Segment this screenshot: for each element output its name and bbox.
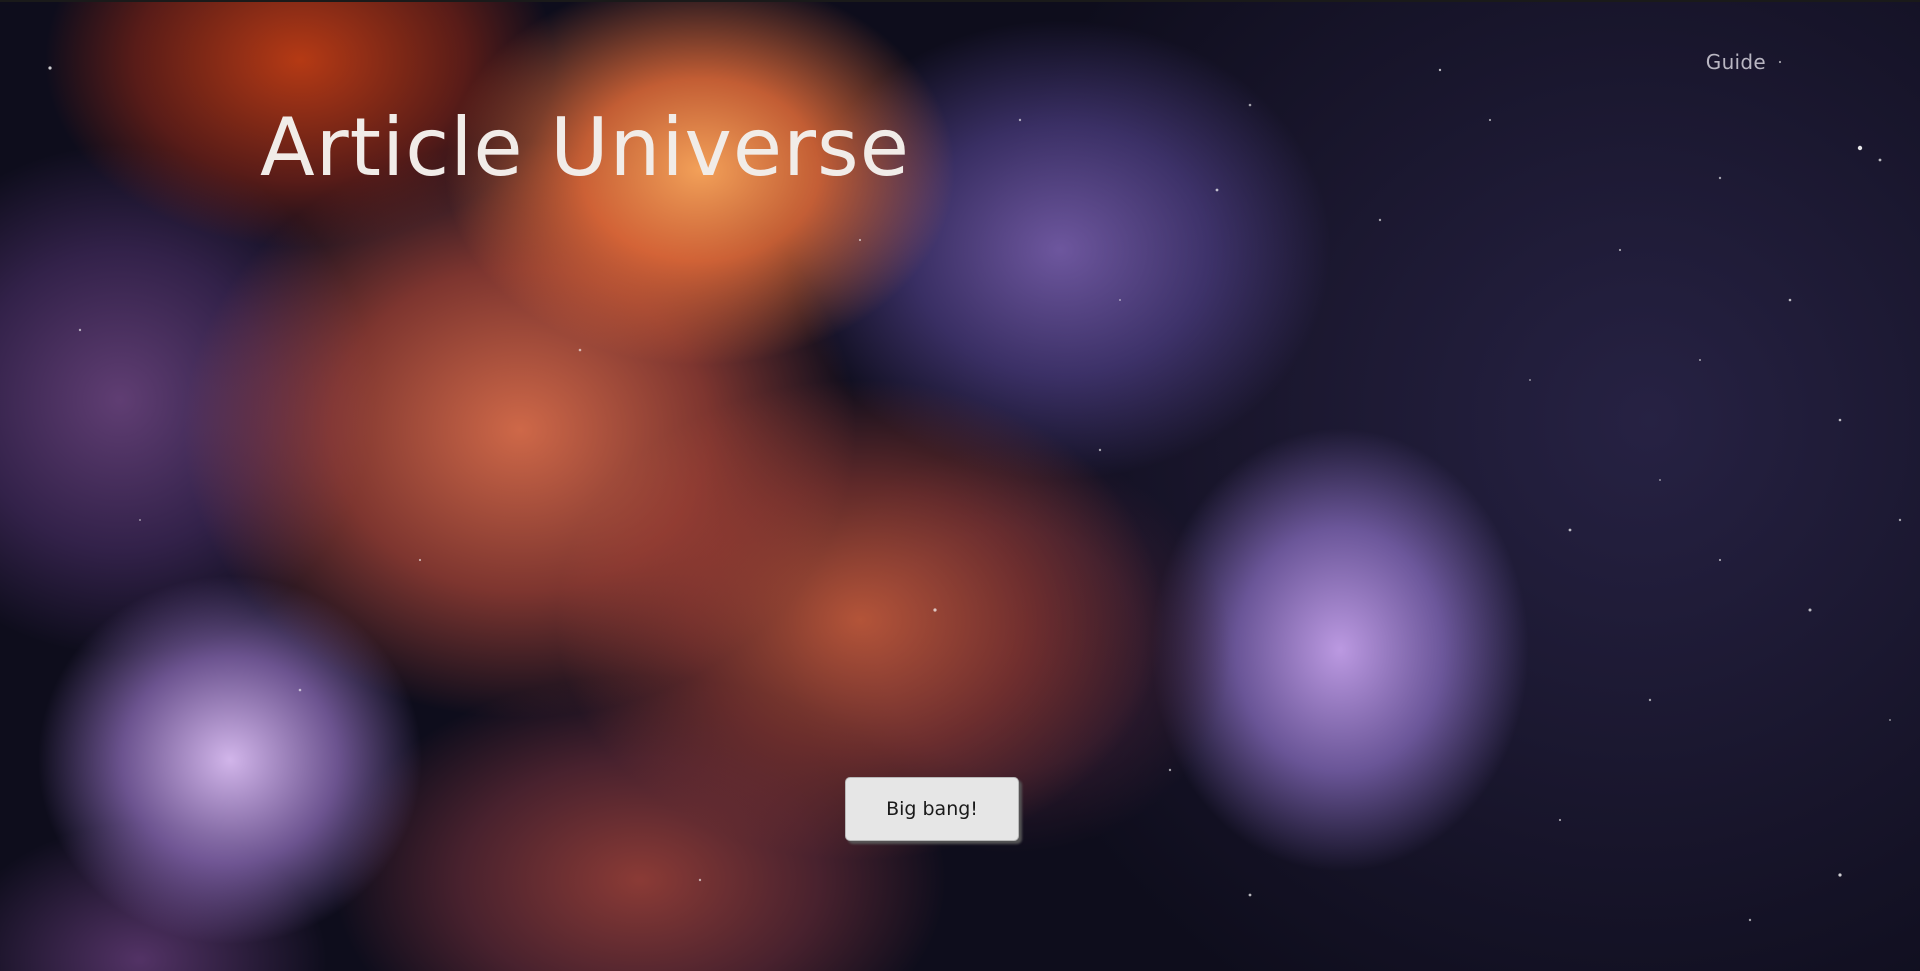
page-title: Article Universe: [260, 101, 910, 194]
guide-link[interactable]: Guide: [1706, 50, 1766, 74]
page-background: Guide Article Universe Big bang!: [0, 0, 1920, 971]
top-divider: [0, 0, 1920, 2]
big-bang-button[interactable]: Big bang!: [845, 777, 1019, 841]
